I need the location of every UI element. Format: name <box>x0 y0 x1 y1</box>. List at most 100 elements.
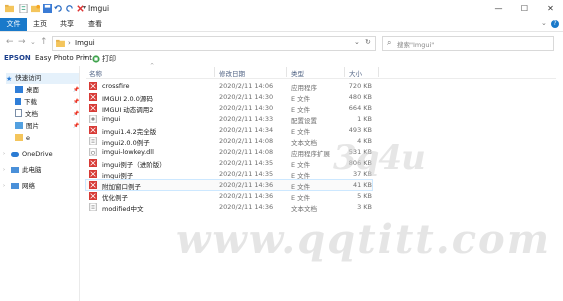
sidebar-item-pictures[interactable]: 图片 <box>15 121 39 132</box>
address-bar-row: ← → ⌄ ↑ › Imgui ⌄ ↻ ⌕ 搜索"Imgui" <box>0 33 563 53</box>
print-button[interactable]: 打印 <box>102 54 116 64</box>
undo-icon[interactable] <box>54 4 63 13</box>
file-name: imgui1.4.2完全版 <box>102 128 157 136</box>
pin-icon[interactable]: 📌 <box>73 99 79 105</box>
file-row[interactable]: imgui1.4.2完全版 2020/2/11 14:34 E 文件 493 K… <box>86 125 372 136</box>
tab-file[interactable]: 文件 <box>0 18 27 31</box>
sidebar-item-label: 文档 <box>25 110 38 118</box>
new-folder-icon[interactable] <box>31 4 40 13</box>
customize-qat-icon[interactable]: ▾ <box>83 4 86 11</box>
expand-chevron-icon[interactable]: › <box>3 183 5 189</box>
file-size: 3 KB <box>357 203 372 211</box>
column-divider[interactable] <box>378 67 379 77</box>
e-file-icon <box>89 126 97 134</box>
tab-home[interactable]: 主页 <box>29 18 51 31</box>
file-date: 2020/2/11 14:36 <box>219 192 274 200</box>
pin-icon[interactable]: 📌 <box>73 111 79 117</box>
file-row[interactable]: imgui2.0.0例子 2020/2/11 14:08 文本文档 4 KB <box>86 136 372 147</box>
address-box[interactable]: › Imgui ⌄ ↻ <box>52 36 376 51</box>
file-name: crossfire <box>102 82 130 90</box>
file-row[interactable]: imgui例子（进阶版） 2020/2/11 14:35 E 文件 806 KB <box>86 158 372 169</box>
help-icon[interactable]: ? <box>551 20 559 28</box>
column-divider[interactable] <box>286 67 287 77</box>
file-row-selected[interactable]: 附加窗口例子 2020/2/11 14:36 E 文件 41 KB <box>85 179 373 191</box>
recent-locations-button[interactable]: ⌄ <box>30 38 36 46</box>
back-button[interactable]: ← <box>6 37 14 47</box>
column-type[interactable]: 类型 <box>291 68 304 78</box>
text-file-icon <box>89 203 97 211</box>
forward-button[interactable]: → <box>18 37 26 47</box>
search-box[interactable]: ⌕ 搜索"Imgui" <box>382 36 554 51</box>
e-file-icon <box>89 104 97 112</box>
document-icon <box>15 109 22 117</box>
sidebar-item-network[interactable]: 网络 <box>11 181 35 192</box>
ribbon-expand-icon[interactable]: ⌄ <box>541 19 547 27</box>
column-size[interactable]: 大小 <box>349 68 362 78</box>
file-row[interactable]: crossfire 2020/2/11 14:06 应用程序 720 KB <box>86 81 372 92</box>
file-row[interactable]: imgui-lowkey.dll 2020/2/11 14:08 应用程序扩展 … <box>86 147 372 158</box>
tab-view[interactable]: 查看 <box>84 18 106 31</box>
file-name: imgui例子 <box>102 172 134 180</box>
file-type: 应用程序 <box>291 84 317 92</box>
file-type: E 文件 <box>291 95 311 103</box>
file-row[interactable]: imgui例子 2020/2/11 14:35 E 文件 37 KB <box>86 169 372 180</box>
desktop-icon <box>15 86 23 93</box>
column-name[interactable]: 名称 <box>89 68 102 78</box>
epson-dropdown-icon[interactable]: ▾ <box>84 54 87 61</box>
sidebar-item-label: 网络 <box>22 182 35 190</box>
minimize-button[interactable]: — <box>486 1 511 17</box>
sidebar-item-label: 快速访问 <box>15 74 42 82</box>
sidebar-item-documents[interactable]: 文档 <box>15 109 38 120</box>
file-date: 2020/2/11 14:34 <box>219 126 274 134</box>
download-icon <box>15 98 21 105</box>
sidebar-item-label: 桌面 <box>26 86 39 94</box>
tab-share[interactable]: 共享 <box>55 18 79 31</box>
pin-icon[interactable]: 📌 <box>73 123 79 129</box>
file-date: 2020/2/11 14:35 <box>219 159 274 167</box>
sidebar-item-this-pc[interactable]: 此电脑 <box>11 165 42 176</box>
sidebar-item-quick-access[interactable]: ★ 快速访问 <box>6 73 79 84</box>
sidebar-item-desktop[interactable]: 桌面 <box>15 85 39 96</box>
address-dropdown-icon[interactable]: ⌄ <box>354 38 360 46</box>
file-name: imgui-lowkey.dll <box>102 148 154 156</box>
path-separator: › <box>68 39 71 47</box>
sidebar-item-downloads[interactable]: 下载 <box>15 97 37 108</box>
file-type: E 文件 <box>291 128 311 136</box>
maximize-button[interactable]: ☐ <box>512 1 537 17</box>
folder-icon <box>56 39 65 47</box>
path-segment[interactable]: Imgui <box>75 39 95 47</box>
refresh-icon[interactable]: ↻ <box>365 38 371 46</box>
expand-chevron-icon[interactable]: › <box>3 167 5 173</box>
column-date[interactable]: 修改日期 <box>219 68 245 78</box>
sidebar-item-onedrive[interactable]: OneDrive <box>11 149 53 160</box>
file-type: 配置设置 <box>291 117 317 125</box>
column-divider[interactable] <box>344 67 345 77</box>
sidebar-item-e[interactable]: e <box>15 133 30 144</box>
title-bar: ▾ Imgui — ☐ ✕ <box>0 0 563 18</box>
up-button[interactable]: ↑ <box>40 37 48 47</box>
folder-icon <box>5 4 14 13</box>
file-date: 2020/2/11 14:06 <box>219 82 274 90</box>
properties-icon[interactable] <box>19 4 28 13</box>
folder-icon <box>15 134 23 141</box>
file-date: 2020/2/11 14:08 <box>219 137 274 145</box>
column-divider[interactable] <box>214 67 215 77</box>
file-row[interactable]: 优化例子 2020/2/11 14:36 E 文件 5 KB <box>86 191 372 202</box>
file-size: 720 KB <box>348 82 372 90</box>
file-row[interactable]: IMGUI 动态调用2 2020/2/11 14:30 E 文件 664 KB <box>86 103 372 114</box>
file-size: 5 KB <box>357 192 372 200</box>
ribbon-tabs: 文件 主页 共享 查看 ⌄ ? <box>0 18 563 32</box>
expand-chevron-icon[interactable]: › <box>3 151 5 157</box>
file-name: 优化例子 <box>102 194 128 202</box>
file-date: 2020/2/11 14:33 <box>219 115 274 123</box>
pin-icon[interactable]: 📌 <box>73 87 79 93</box>
file-size: 664 KB <box>348 104 372 112</box>
file-date: 2020/2/11 14:30 <box>219 93 274 101</box>
file-row[interactable]: IMGUI 2.0.0源码 2020/2/11 14:30 E 文件 480 K… <box>86 92 372 103</box>
e-file-icon <box>89 181 97 189</box>
save-icon[interactable] <box>43 4 52 13</box>
file-row[interactable]: modified中文 2020/2/11 14:36 文本文档 3 KB <box>86 202 372 213</box>
close-button[interactable]: ✕ <box>538 1 563 17</box>
redo-icon[interactable] <box>65 4 74 13</box>
file-row[interactable]: imgui 2020/2/11 14:33 配置设置 1 KB <box>86 114 372 125</box>
